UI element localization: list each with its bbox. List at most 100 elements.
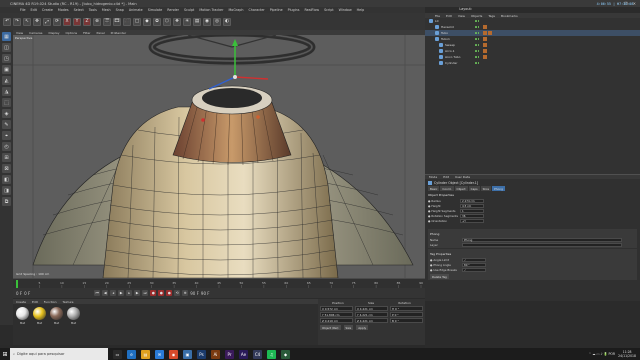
property-value-field[interactable]: 4.5 cm [460,203,484,208]
toolbar-tool-icon[interactable]: Y [73,17,81,26]
material-menu-texture[interactable]: Texture [63,300,74,304]
material-item[interactable]: Mat [16,307,29,342]
viewport-menu-options[interactable]: Options [66,31,78,35]
tray-icons[interactable]: ⌃ ☁ ▭ ♪ 🔋 POR [589,352,616,356]
apply-button[interactable]: Apply [356,325,369,330]
left-tool-icon[interactable]: ✎ [2,120,11,129]
coord-field[interactable]: Z 4.221 cm [355,318,388,323]
material-item[interactable]: Mat [50,307,63,342]
toolbar-tool-icon[interactable]: ❖ [173,17,181,26]
menu-item-sculpt[interactable]: Sculpt [184,8,194,12]
coord-mode-select[interactable]: Object (Rel) [320,325,341,330]
tab-object[interactable]: Object [454,186,468,191]
coord-field[interactable]: X 0.572 cm [320,306,353,311]
coord-field[interactable]: X 4.221 cm [355,306,388,311]
left-tool-icon[interactable]: ⬚ [2,98,11,107]
menu-item-modes[interactable]: Modes [58,8,69,12]
toolbar-tool-icon[interactable]: ◉ [203,17,211,26]
toolbar-tool-icon[interactable]: ◐ [223,17,231,26]
left-tool-icon[interactable]: ◨ [2,186,11,195]
taskbar-app-icon[interactable]: Ps [197,349,206,359]
toolbar-tool-icon[interactable]: ⟳ [53,17,61,26]
playback-button-icon[interactable]: ⏮ [94,290,101,296]
visibility-dots[interactable] [475,38,479,40]
visibility-dots[interactable] [475,50,479,52]
material-item[interactable]: Mat [33,307,46,342]
menu-item-mesh[interactable]: Mesh [102,8,111,12]
coord-size-select[interactable]: Size [343,325,354,330]
left-tool-icon[interactable]: ◈ [2,109,11,118]
taskbar-app-icon[interactable]: Ae [239,349,248,359]
left-tool-icon[interactable]: ⊠ [2,164,11,173]
coord-field[interactable]: P 0 ° [390,312,423,317]
property-value-field[interactable]: +Y [460,218,484,223]
visibility-dots[interactable] [475,32,479,34]
toolbar-tool-icon[interactable]: ◎ [213,17,221,26]
menu-item-character[interactable]: Character [248,8,264,12]
object-menu-file[interactable]: File [435,14,440,18]
start-button[interactable]: ⊞ [0,348,10,360]
material-menu-edit[interactable]: Edit [32,300,38,304]
taskbar-app-icon[interactable]: C4 [253,349,262,359]
viewport-menu-filter[interactable]: Filter [83,31,90,35]
material-menu-create[interactable]: Create [16,300,26,304]
menu-item-create[interactable]: Create [42,8,53,12]
coord-field[interactable]: Y 51.806 cm [320,312,353,317]
toolbar-tool-icon[interactable]: ✥ [33,17,41,26]
object-tags[interactable] [483,31,492,35]
phong-value-field[interactable] [462,242,622,247]
taskbar-app-icon[interactable]: ◉ [169,349,178,359]
playback-button-icon[interactable]: ▸ [126,290,133,296]
menu-item-realflow[interactable]: RealFlow [304,8,319,12]
menu-item-animate[interactable]: Animate [129,8,143,12]
menu-item-help[interactable]: Help [357,8,365,12]
playback-button-icon[interactable]: ⏭ [142,290,149,296]
visibility-dots[interactable] [475,20,479,22]
tag-value-field[interactable]: ✓ [462,267,486,272]
left-tool-icon[interactable]: ⧉ [2,197,11,206]
toolbar-tool-icon[interactable]: ▤ [193,17,201,26]
playback-button-icon[interactable]: ◀ [102,290,109,296]
tab-basic[interactable]: Basic [428,186,440,191]
taskbar-app-icon[interactable]: e [127,349,136,359]
toolbar-tool-icon[interactable]: ↷ [13,17,21,26]
left-tool-icon[interactable]: ◫ [2,43,11,52]
toolbar-tool-icon[interactable]: ⤢ [43,17,51,26]
object-menu-view[interactable]: View [458,14,465,18]
menu-item-simulate[interactable]: Simulate [148,8,163,12]
delete-tag-button[interactable]: Delete Tag [430,274,449,279]
toolbar-tool-icon[interactable]: ✿ [153,17,161,26]
taskbar-app-icon[interactable]: ▭ [113,349,122,359]
taskbar-app-icon[interactable]: ◆ [281,349,290,359]
tag-value-field[interactable]: 80 ° [462,262,486,267]
coord-field[interactable]: Y 4.221 cm [355,312,388,317]
playback-button-icon[interactable]: ● [150,290,157,296]
menu-item-snap[interactable]: Snap [116,8,124,12]
playback-button-icon[interactable]: ◂ [110,290,117,296]
left-tool-icon[interactable]: ◴ [2,142,11,151]
viewport-menu-cameras[interactable]: Cameras [29,31,42,35]
playback-button-icon[interactable]: ● [158,290,165,296]
toolbar-tool-icon[interactable]: ◆ [143,17,151,26]
tab-phong[interactable]: Phong [492,186,505,191]
viewport-menu-view[interactable]: View [16,31,23,35]
object-menu-bookmarks[interactable]: Bookmarks [501,14,518,18]
object-menu-objects[interactable]: Objects [471,14,482,18]
visibility-dots[interactable] [475,56,479,58]
menu-item-script[interactable]: Script [324,8,334,12]
playback-button-icon[interactable]: ● [166,290,173,296]
object-tags[interactable] [483,43,487,47]
taskbar-app-icon[interactable]: ✉ [155,349,164,359]
menu-item-motion-tracker[interactable]: Motion Tracker [199,8,223,12]
object-tags[interactable] [483,49,487,53]
menu-item-tools[interactable]: Tools [89,8,97,12]
viewport-menu-display[interactable]: Display [48,31,59,35]
menu-item-render[interactable]: Render [167,8,179,12]
toolbar-tool-icon[interactable]: □ [133,17,141,26]
menu-item-edit[interactable]: Edit [31,8,37,12]
taskbar-app-icon[interactable]: Pr [225,349,234,359]
left-tool-icon[interactable]: ▣ [2,65,11,74]
playback-button-icon[interactable]: ▶ [134,290,141,296]
taskbar-app-icon[interactable]: Ai [211,349,220,359]
tab-slice[interactable]: Slice [480,186,492,191]
